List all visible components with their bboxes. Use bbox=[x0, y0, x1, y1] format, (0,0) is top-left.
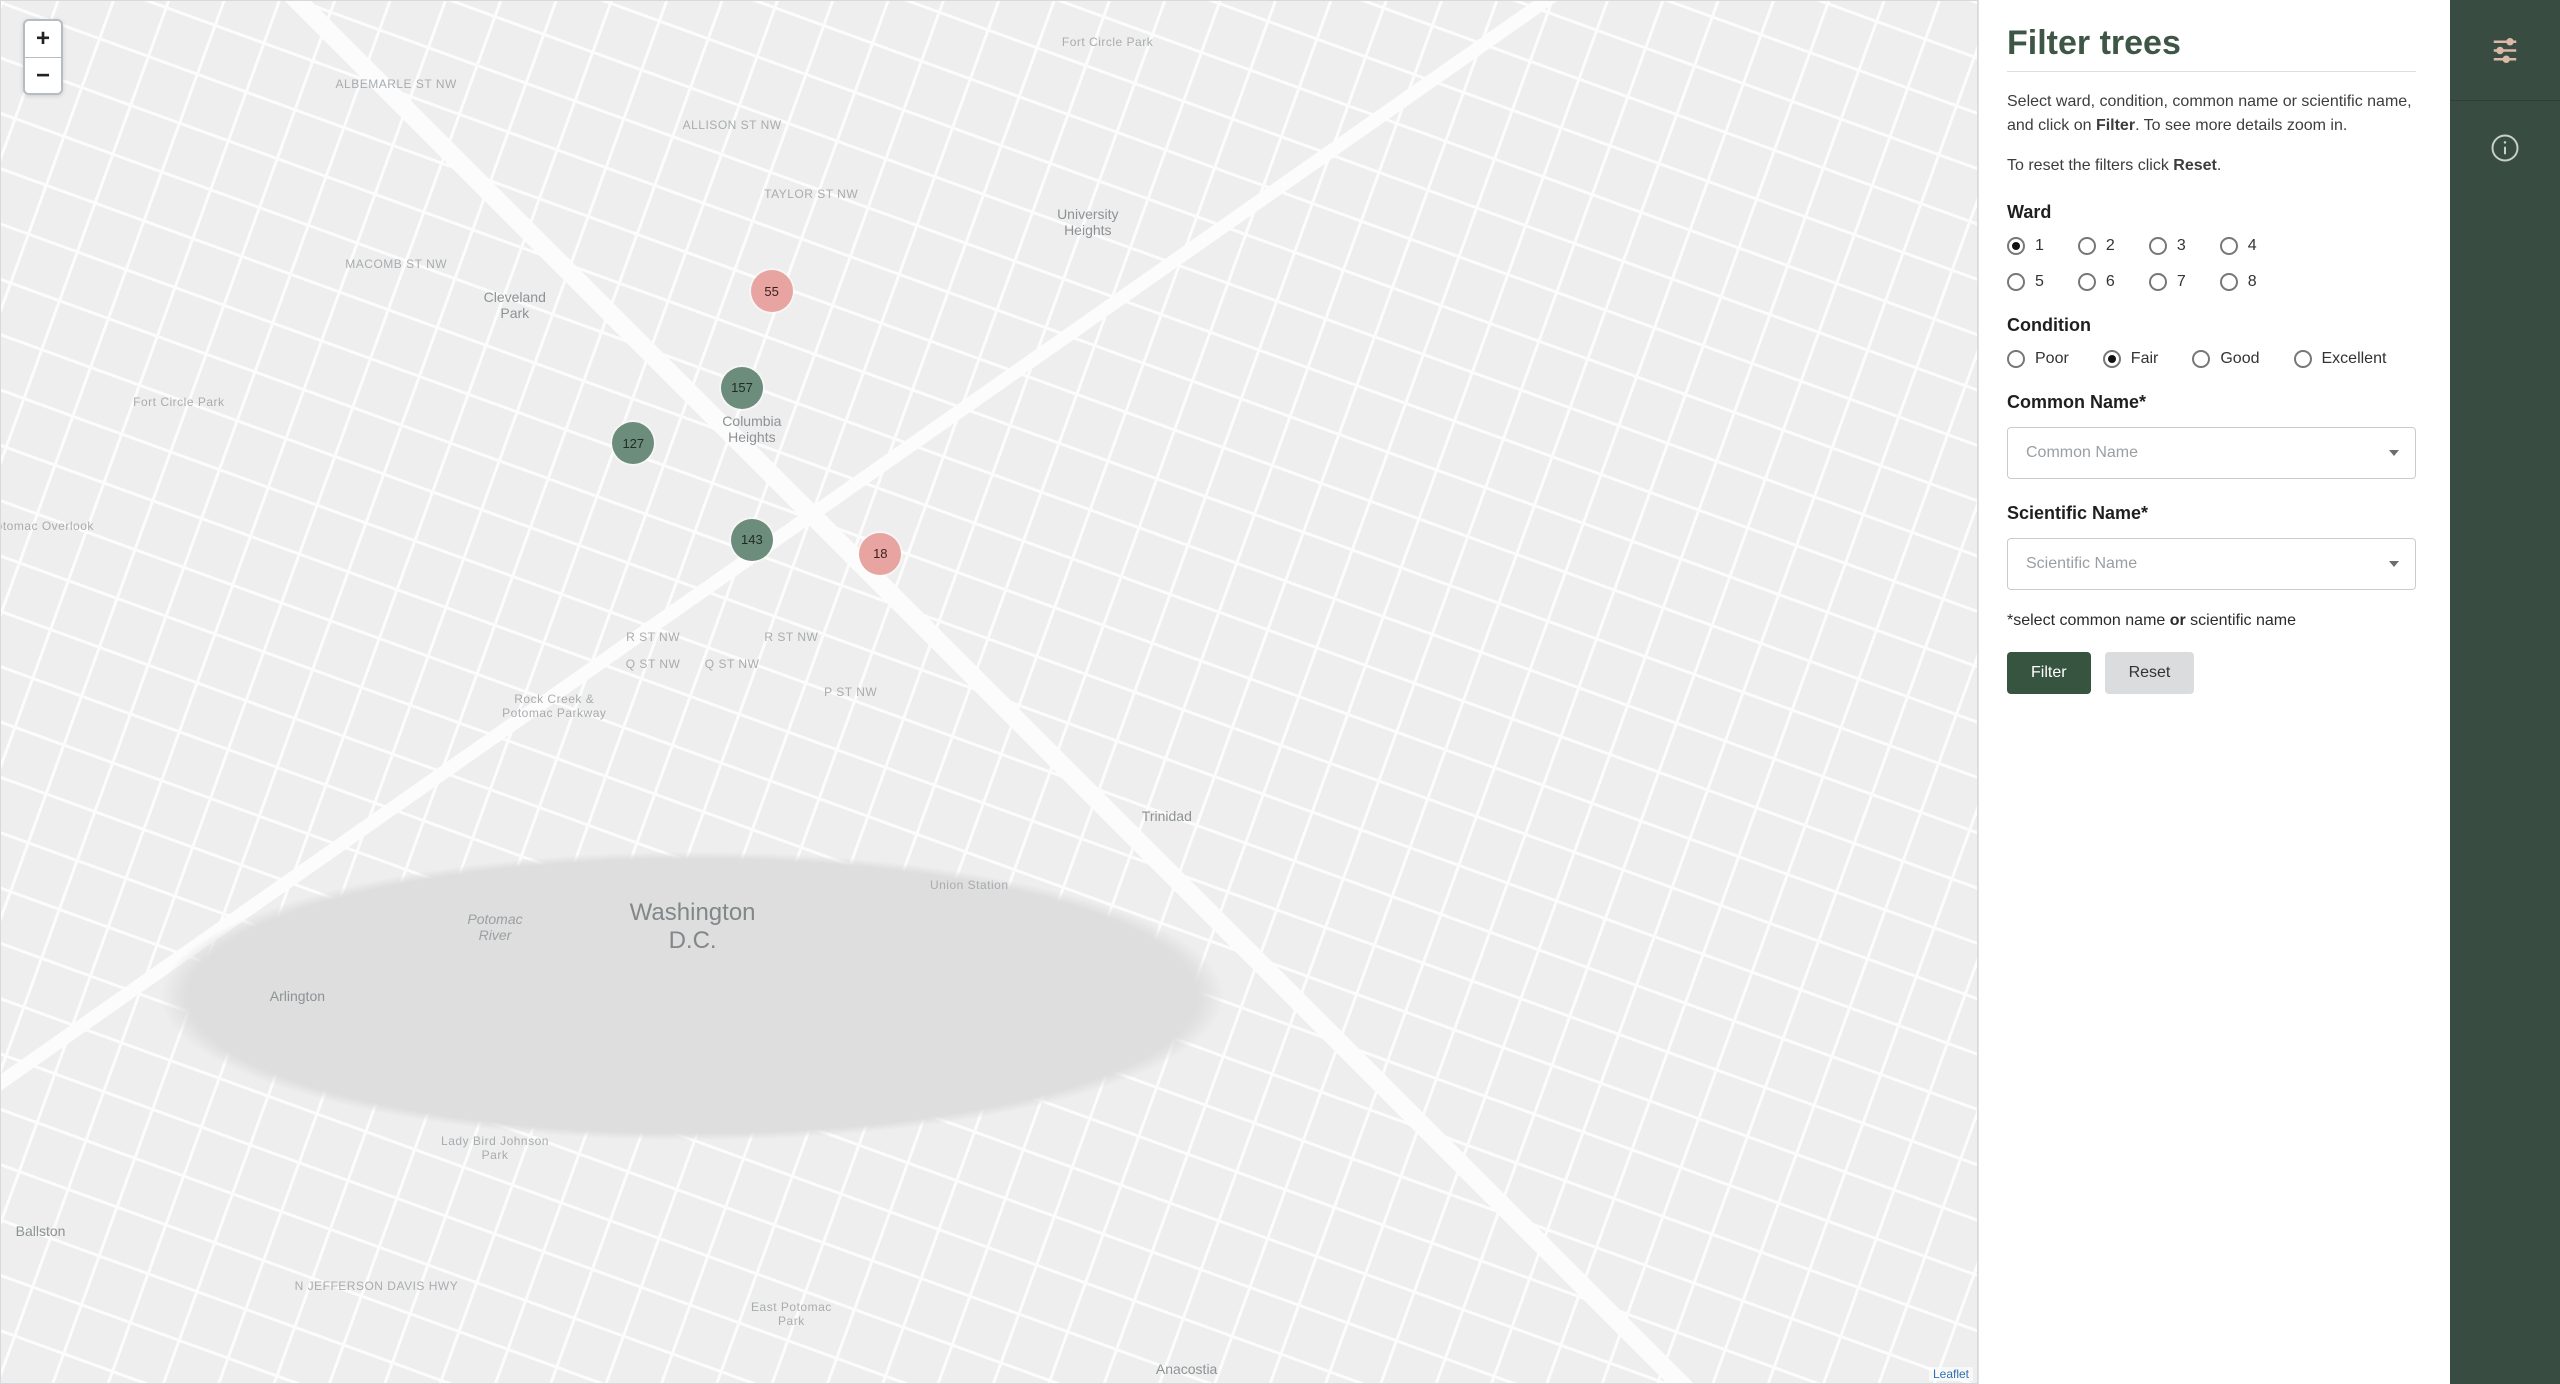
ward-radio-group: 1 2 3 4 5 6 7 8 bbox=[2007, 237, 2287, 291]
cluster-marker[interactable]: 18 bbox=[859, 533, 901, 575]
scientific-name-select[interactable]: Scientific Name bbox=[2007, 538, 2416, 590]
condition-radio-label: Good bbox=[2220, 350, 2259, 368]
zoom-control: + − bbox=[23, 19, 63, 95]
map-pane[interactable]: + − Washington D.C.Cleveland ParkColumbi… bbox=[0, 0, 1978, 1384]
ward-radio-3[interactable]: 3 bbox=[2149, 237, 2186, 255]
rail-filter-tab[interactable] bbox=[2450, 0, 2560, 100]
ward-radio-7[interactable]: 7 bbox=[2149, 273, 2186, 291]
ward-radio-5[interactable]: 5 bbox=[2007, 273, 2044, 291]
common-name-select[interactable]: Common Name bbox=[2007, 427, 2416, 479]
radio-icon bbox=[2220, 237, 2238, 255]
filter-panel: Filter trees Select ward, condition, com… bbox=[1978, 0, 2450, 1384]
intro-text-2: To reset the filters click Reset. bbox=[2007, 154, 2416, 178]
common-name-label: Common Name* bbox=[2007, 392, 2416, 413]
radio-icon bbox=[2294, 350, 2312, 368]
condition-radio-label: Fair bbox=[2131, 350, 2159, 368]
radio-icon bbox=[2078, 237, 2096, 255]
cluster-marker[interactable]: 157 bbox=[721, 367, 763, 409]
map-background[interactable] bbox=[1, 1, 1977, 1383]
ward-radio-4[interactable]: 4 bbox=[2220, 237, 2257, 255]
rail-info-tab[interactable] bbox=[2450, 100, 2560, 200]
ward-radio-label: 2 bbox=[2106, 237, 2115, 255]
condition-radio-fair[interactable]: Fair bbox=[2103, 350, 2159, 368]
ward-radio-label: 7 bbox=[2177, 273, 2186, 291]
radio-icon bbox=[2078, 273, 2096, 291]
radio-icon bbox=[2007, 273, 2025, 291]
condition-radio-group: Poor Fair Good Excellent bbox=[2007, 350, 2416, 368]
scientific-name-label: Scientific Name* bbox=[2007, 503, 2416, 524]
radio-icon bbox=[2149, 237, 2167, 255]
radio-icon bbox=[2220, 273, 2238, 291]
condition-label: Condition bbox=[2007, 315, 2416, 336]
radio-icon bbox=[2103, 350, 2121, 368]
map-attribution[interactable]: Leaflet bbox=[1929, 1367, 1973, 1381]
radio-icon bbox=[2192, 350, 2210, 368]
condition-radio-label: Poor bbox=[2035, 350, 2069, 368]
ward-radio-label: 6 bbox=[2106, 273, 2115, 291]
ward-radio-label: 1 bbox=[2035, 237, 2044, 255]
panel-title: Filter trees bbox=[2007, 24, 2416, 63]
ward-label: Ward bbox=[2007, 202, 2416, 223]
right-rail bbox=[2450, 0, 2560, 1384]
filter-button[interactable]: Filter bbox=[2007, 652, 2091, 694]
radio-icon bbox=[2149, 273, 2167, 291]
ward-radio-label: 8 bbox=[2248, 273, 2257, 291]
ward-radio-label: 4 bbox=[2248, 237, 2257, 255]
ward-radio-label: 5 bbox=[2035, 273, 2044, 291]
condition-radio-label: Excellent bbox=[2322, 350, 2387, 368]
chevron-down-icon bbox=[2389, 561, 2399, 567]
intro-text-1: Select ward, condition, common name or s… bbox=[2007, 90, 2416, 138]
reset-button[interactable]: Reset bbox=[2105, 652, 2195, 694]
button-row: Filter Reset bbox=[2007, 652, 2416, 694]
ward-radio-label: 3 bbox=[2177, 237, 2186, 255]
panel-divider bbox=[2007, 71, 2416, 72]
info-icon bbox=[2490, 133, 2520, 168]
cluster-marker[interactable]: 143 bbox=[731, 519, 773, 561]
ward-radio-2[interactable]: 2 bbox=[2078, 237, 2115, 255]
chevron-down-icon bbox=[2389, 450, 2399, 456]
condition-radio-excellent[interactable]: Excellent bbox=[2294, 350, 2387, 368]
radio-icon bbox=[2007, 350, 2025, 368]
scientific-name-placeholder: Scientific Name bbox=[2026, 555, 2137, 573]
ward-radio-8[interactable]: 8 bbox=[2220, 273, 2257, 291]
zoom-out-button[interactable]: − bbox=[25, 57, 61, 93]
radio-icon bbox=[2007, 237, 2025, 255]
cluster-marker[interactable]: 55 bbox=[751, 270, 793, 312]
condition-radio-poor[interactable]: Poor bbox=[2007, 350, 2069, 368]
cluster-marker[interactable]: 127 bbox=[612, 422, 654, 464]
zoom-in-button[interactable]: + bbox=[25, 21, 61, 57]
ward-radio-6[interactable]: 6 bbox=[2078, 273, 2115, 291]
footnote: *select common name or scientific name bbox=[2007, 612, 2416, 630]
common-name-placeholder: Common Name bbox=[2026, 444, 2138, 462]
ward-radio-1[interactable]: 1 bbox=[2007, 237, 2044, 255]
condition-radio-good[interactable]: Good bbox=[2192, 350, 2259, 368]
sliders-icon bbox=[2490, 33, 2520, 68]
